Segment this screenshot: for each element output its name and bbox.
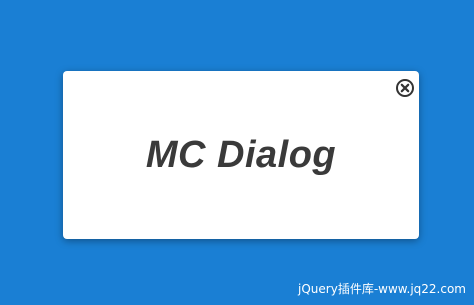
dialog-close-button[interactable] — [395, 78, 415, 98]
dialog-title: MC Dialog — [145, 133, 337, 176]
watermark-text: jQuery插件库-www.jq22.com — [298, 282, 466, 296]
dialog-window: MC Dialog — [63, 71, 419, 239]
close-circle-icon — [396, 79, 414, 97]
